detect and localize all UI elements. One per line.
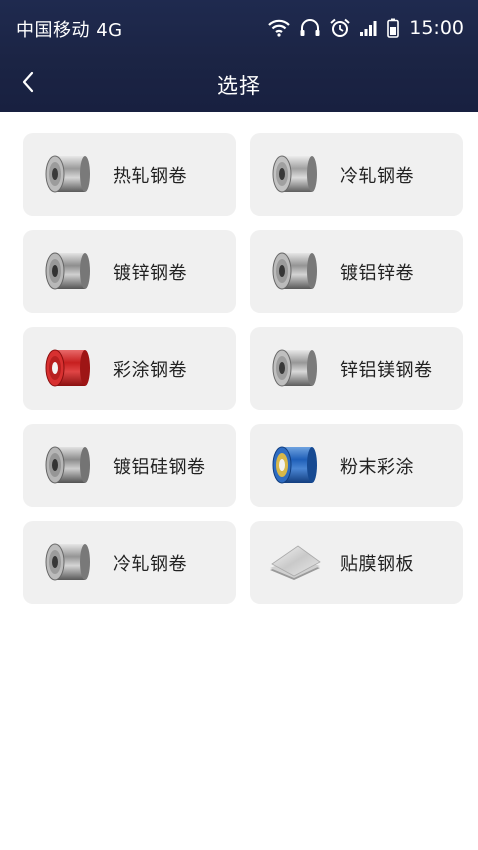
wifi-icon — [267, 18, 291, 38]
steel-coil-icon — [270, 249, 318, 293]
status-bar: 中国移动 4G 15:00 — [0, 0, 478, 56]
steel-coil-icon — [43, 249, 91, 293]
product-tile[interactable]: 粉末彩涂 — [250, 424, 463, 507]
product-label: 粉末彩涂 — [340, 457, 414, 478]
product-label: 镀锌钢卷 — [113, 263, 187, 284]
red-steel-coil-icon — [43, 346, 91, 390]
app-header: 中国移动 4G 15:00 选择 — [0, 0, 478, 112]
headphones-icon — [299, 18, 321, 38]
product-label: 彩涂钢卷 — [113, 360, 187, 381]
product-tile[interactable]: 热轧钢卷 — [23, 133, 236, 216]
product-tile[interactable]: 镀铝锌卷 — [250, 230, 463, 313]
steel-coil-icon — [43, 540, 91, 584]
product-label: 冷轧钢卷 — [340, 166, 414, 187]
product-grid: 热轧钢卷 冷轧钢卷 镀锌钢卷 镀铝锌卷 彩涂钢卷 锌铝镁钢卷 镀铝硅钢卷 粉末彩… — [23, 133, 463, 604]
product-label: 冷轧钢卷 — [113, 554, 187, 575]
steel-coil-icon — [270, 346, 318, 390]
product-label: 镀铝锌卷 — [340, 263, 414, 284]
blue-steel-coil-icon — [270, 443, 318, 487]
steel-sheet-icon — [270, 540, 321, 584]
product-tile[interactable]: 贴膜钢板 — [250, 521, 463, 604]
product-tile[interactable]: 锌铝镁钢卷 — [250, 327, 463, 410]
status-icons: 15:00 — [267, 14, 464, 42]
product-tile[interactable]: 镀锌钢卷 — [23, 230, 236, 313]
battery-icon — [387, 18, 400, 38]
product-label: 热轧钢卷 — [113, 166, 187, 187]
product-tile[interactable]: 彩涂钢卷 — [23, 327, 236, 410]
product-label: 锌铝镁钢卷 — [340, 360, 433, 381]
product-label: 镀铝硅钢卷 — [113, 457, 206, 478]
nav-bar: 选择 — [0, 56, 478, 112]
steel-coil-icon — [43, 443, 91, 487]
product-tile[interactable]: 冷轧钢卷 — [250, 133, 463, 216]
product-label: 贴膜钢板 — [340, 554, 414, 575]
alarm-icon — [329, 18, 351, 38]
clock-time: 15:00 — [409, 17, 464, 39]
steel-coil-icon — [43, 152, 91, 196]
page-title: 选择 — [217, 74, 261, 98]
product-tile[interactable]: 镀铝硅钢卷 — [23, 424, 236, 507]
carrier-label: 中国移动 4G — [16, 20, 123, 41]
steel-coil-icon — [270, 152, 318, 196]
signal-icon — [359, 19, 379, 37]
product-tile[interactable]: 冷轧钢卷 — [23, 521, 236, 604]
